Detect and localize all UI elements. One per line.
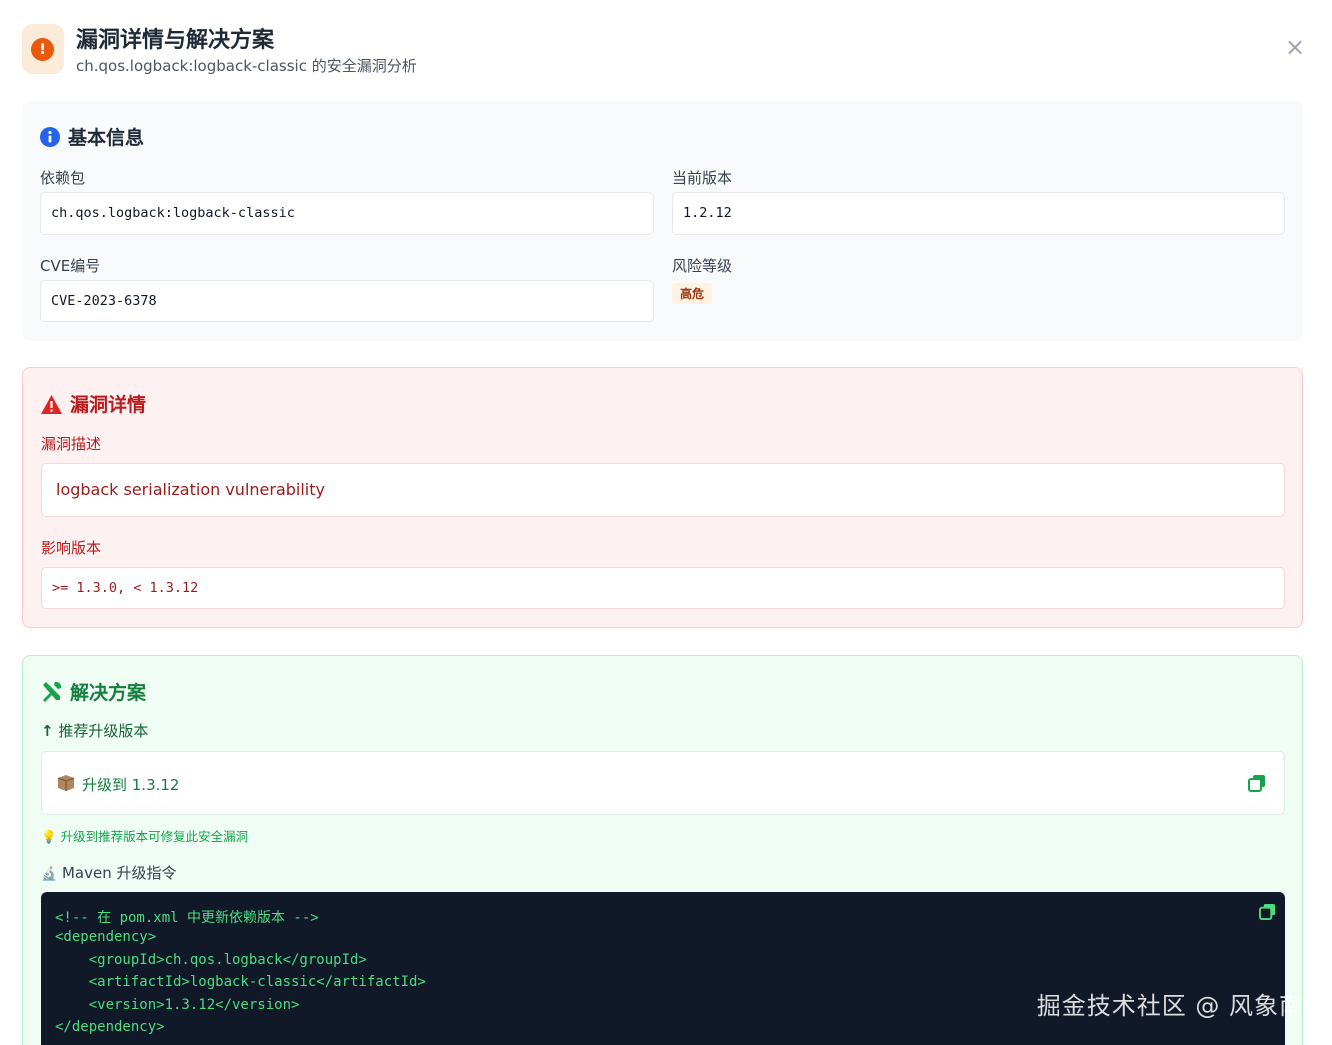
solution-title: 解决方案: [70, 682, 147, 704]
version-field[interactable]: 1.2.12: [672, 192, 1285, 235]
code-line: <artifactId>logback-classic</artifactId>: [55, 974, 426, 990]
vuln-detail-heading: 漏洞详情: [41, 390, 146, 417]
dependency-label: 依赖包: [40, 169, 86, 187]
dialog-title: 漏洞详情与解决方案: [76, 28, 275, 53]
affected-field: >= 1.3.0, < 1.3.12: [41, 567, 1285, 609]
close-icon[interactable]: ×: [1284, 35, 1306, 59]
affected-label: 影响版本: [41, 539, 102, 557]
upgrade-text: 升级到 1.3.12: [82, 776, 180, 794]
desc-field: logback serialization vulnerability: [41, 463, 1285, 517]
version-value: 1.2.12: [683, 205, 732, 221]
lightbulb-icon: 💡: [41, 829, 57, 844]
recommend-label: 推荐升级版本: [58, 722, 149, 740]
code-line: </dependency>: [55, 1019, 165, 1035]
basic-info-section: 基本信息 依赖包 ch.qos.logback:logback-classic …: [22, 101, 1303, 341]
solution-heading: 解决方案: [41, 678, 146, 705]
dialog-header: ! 漏洞详情与解决方案 ch.qos.logback:logback-class…: [22, 22, 1312, 78]
code-line: <version>1.3.12</version>: [55, 997, 300, 1013]
info-icon: [40, 127, 60, 147]
risk-badge: 高危: [672, 283, 713, 304]
recommend-label-row: ↑ 推荐升级版本: [41, 720, 148, 741]
package-icon: [57, 775, 75, 791]
desc-label: 漏洞描述: [41, 435, 102, 453]
affected-value: >= 1.3.0, < 1.3.12: [52, 580, 199, 596]
watermark: 掘金技术社区 @ 风象南: [1036, 992, 1304, 1020]
maven-label: Maven 升级指令: [61, 864, 177, 882]
desc-value: logback serialization vulnerability: [56, 480, 325, 499]
cve-value: CVE-2023-6378: [51, 293, 157, 309]
risk-label: 风险等级: [672, 257, 733, 275]
code-line: <!-- 在 pom.xml 中更新依赖版本 -->: [55, 910, 319, 926]
cve-label: CVE编号: [40, 257, 101, 275]
warning-badge-icon: !: [22, 24, 64, 74]
basic-info-heading: 基本信息: [40, 123, 144, 150]
basic-info-title: 基本信息: [68, 127, 145, 149]
upgrade-field: 升级到 1.3.12: [41, 751, 1285, 815]
vuln-detail-section: 漏洞详情 漏洞描述 logback serialization vulnerab…: [22, 367, 1303, 628]
version-label: 当前版本: [672, 169, 733, 187]
copy-icon[interactable]: [1248, 774, 1266, 792]
hint-row: 💡 升级到推荐版本可修复此安全漏洞: [41, 826, 248, 845]
code-line: <groupId>ch.qos.logback</groupId>: [55, 952, 367, 968]
maven-label-row: 🔬 Maven 升级指令: [41, 862, 176, 883]
arrow-up-icon: ↑: [41, 722, 54, 740]
dependency-value: ch.qos.logback:logback-classic: [51, 205, 295, 221]
microscope-icon: 🔬: [41, 867, 58, 882]
tools-icon: [43, 681, 62, 702]
code-line: <dependency>: [55, 929, 157, 945]
hint-text: 升级到推荐版本可修复此安全漏洞: [60, 829, 249, 844]
warning-triangle-icon: [41, 395, 62, 414]
dependency-field[interactable]: ch.qos.logback:logback-classic: [40, 192, 654, 235]
cve-field[interactable]: CVE-2023-6378: [40, 280, 654, 322]
copy-code-icon[interactable]: [1259, 903, 1276, 920]
dialog-subtitle: ch.qos.logback:logback-classic 的安全漏洞分析: [76, 57, 417, 75]
vuln-detail-title: 漏洞详情: [70, 394, 147, 416]
maven-code-block[interactable]: <!-- 在 pom.xml 中更新依赖版本 --> <dependency> …: [41, 892, 1285, 1045]
